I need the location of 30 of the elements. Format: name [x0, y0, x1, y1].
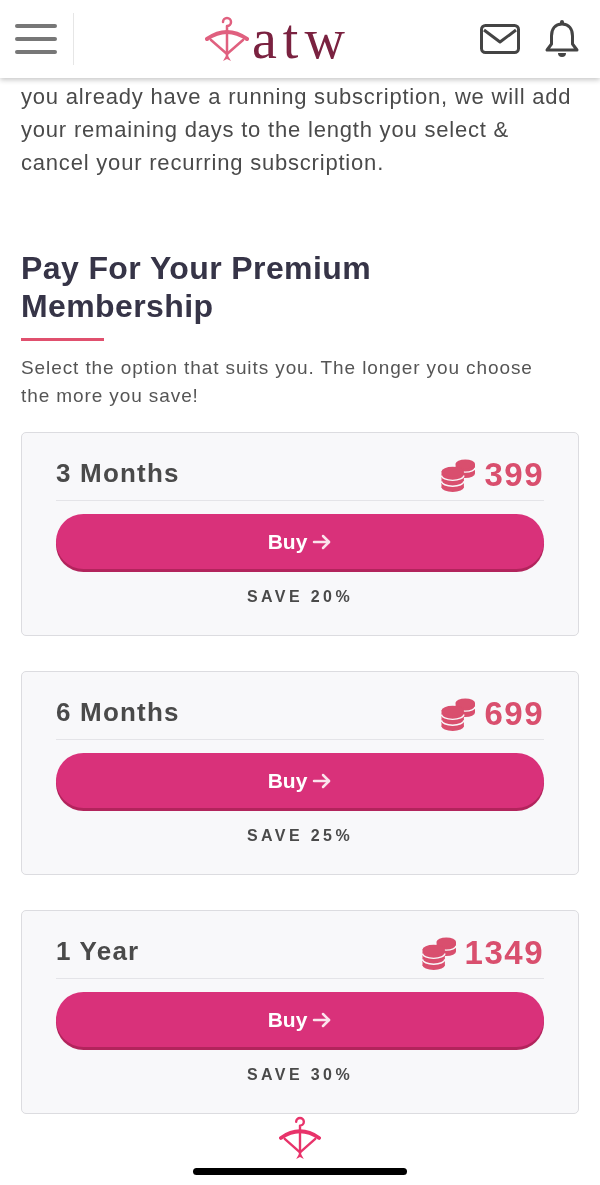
buy-button[interactable]: Buy [56, 514, 544, 569]
mail-button[interactable] [480, 24, 520, 54]
plan-price: 1349 [464, 934, 544, 972]
hanger-icon [205, 16, 249, 62]
coins-icon [441, 697, 477, 731]
intro-text: you already have a running subscription, we will add your remaining days to the length you select & cancel your recurring subscription. [21, 83, 573, 177]
section-subtitle: Select the option that suits you. The longer you choose the more you save! [21, 356, 534, 408]
plan-price: 699 [484, 695, 544, 733]
savings-label: SAVE 20% [246, 587, 354, 607]
buy-button[interactable]: Buy [56, 992, 544, 1047]
notifications-button[interactable] [544, 19, 580, 59]
coins-icon [441, 458, 477, 492]
section-title: Pay For Your Premium Membership [21, 249, 373, 325]
logo-link[interactable]: atw [205, 11, 351, 67]
coins-icon [421, 936, 457, 970]
savings-label: SAVE 30% [246, 1065, 354, 1085]
plan-name: 3 Months [56, 457, 180, 489]
menu-button[interactable] [14, 24, 58, 54]
bell-icon [544, 19, 580, 59]
arrow-right-icon [312, 532, 333, 551]
hanger-icon [279, 1116, 321, 1160]
plan-name: 1 Year [56, 935, 140, 967]
plan-price: 399 [484, 456, 544, 494]
mail-icon [480, 24, 520, 54]
savings-label: SAVE 25% [246, 826, 354, 846]
buy-button[interactable]: Buy [56, 753, 544, 808]
plan-name: 6 Months [56, 696, 180, 728]
arrow-right-icon [312, 771, 333, 790]
arrow-right-icon [312, 1010, 333, 1029]
menu-icon [14, 24, 58, 54]
